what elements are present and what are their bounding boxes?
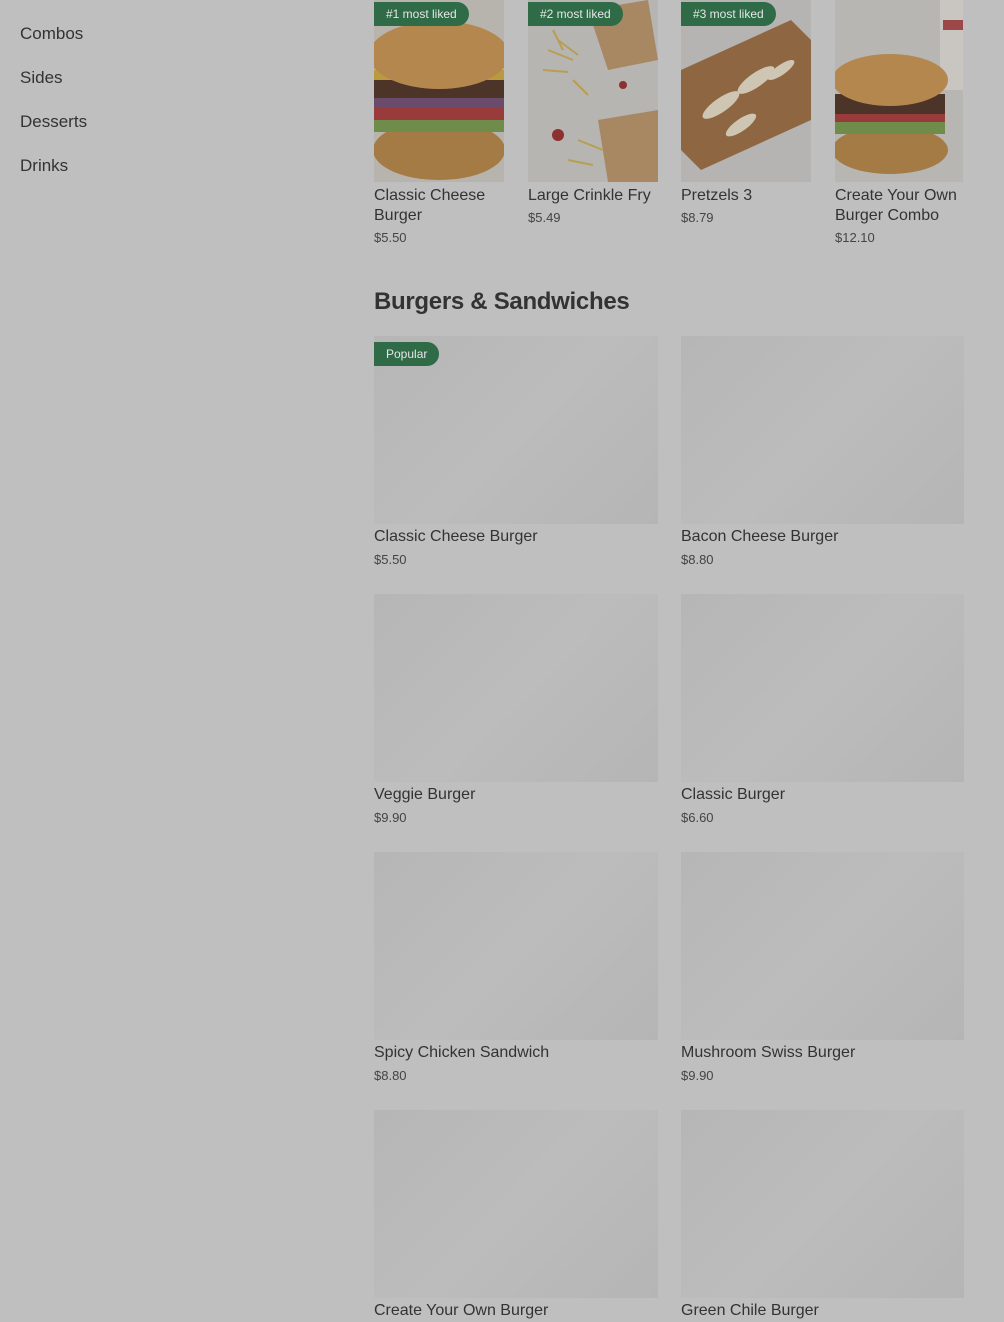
- item-price: $9.90: [681, 1068, 714, 1083]
- item-image-placeholder: [374, 852, 658, 1040]
- item-image-placeholder: [681, 852, 964, 1040]
- popular-badge: Popular: [374, 342, 440, 366]
- item-title: Mushroom Swiss Burger: [681, 1044, 856, 1061]
- item-price: $8.79: [681, 210, 714, 225]
- item-title: Bacon Cheese Burger: [681, 528, 839, 545]
- most-liked-badge: #2 most liked: [528, 2, 623, 26]
- item-price: $6.60: [681, 810, 714, 825]
- item-title: Veggie Burger: [374, 786, 476, 803]
- section-title: Burgers & Sandwiches: [374, 288, 630, 315]
- item-title: Green Chile Burger: [681, 1302, 819, 1319]
- sidebar-item-sides[interactable]: Sides: [20, 68, 63, 88]
- cheeseburger-photo: [374, 0, 504, 182]
- sidebar-item-drinks[interactable]: Drinks: [20, 156, 68, 176]
- item-price: $8.80: [374, 1068, 407, 1083]
- item-image-placeholder: [374, 1110, 658, 1298]
- item-title: Create Your Own Burger Combo: [835, 187, 957, 224]
- pretzel-photo: [681, 0, 811, 182]
- item-title: Create Your Own Burger: [374, 1302, 549, 1319]
- fries-photo: [528, 0, 658, 182]
- item-title: Spicy Chicken Sandwich: [374, 1044, 550, 1061]
- item-title: Classic Burger: [681, 786, 786, 803]
- most-liked-badge: #3 most liked: [681, 2, 776, 26]
- item-title: Pretzels 3: [681, 187, 753, 204]
- sidebar-item-combos[interactable]: Combos: [20, 24, 83, 44]
- item-image-placeholder: [681, 1110, 964, 1298]
- item-price: $5.49: [528, 210, 561, 225]
- item-price: $5.50: [374, 230, 407, 245]
- item-price: $8.80: [681, 552, 714, 567]
- item-price: $9.90: [374, 810, 407, 825]
- item-title: Large Crinkle Fry: [528, 187, 651, 204]
- most-liked-badge: #1 most liked: [374, 2, 469, 26]
- item-image-placeholder: [374, 594, 658, 782]
- item-title: Classic Cheese Burger: [374, 528, 538, 545]
- item-price: $5.50: [374, 552, 407, 567]
- sidebar-item-desserts[interactable]: Desserts: [20, 112, 87, 132]
- burger-combo-photo: [835, 0, 963, 182]
- item-price: $12.10: [835, 230, 875, 245]
- item-title: Classic Cheese Burger: [374, 187, 486, 224]
- item-image-placeholder: [681, 336, 964, 524]
- item-image-placeholder: [681, 594, 964, 782]
